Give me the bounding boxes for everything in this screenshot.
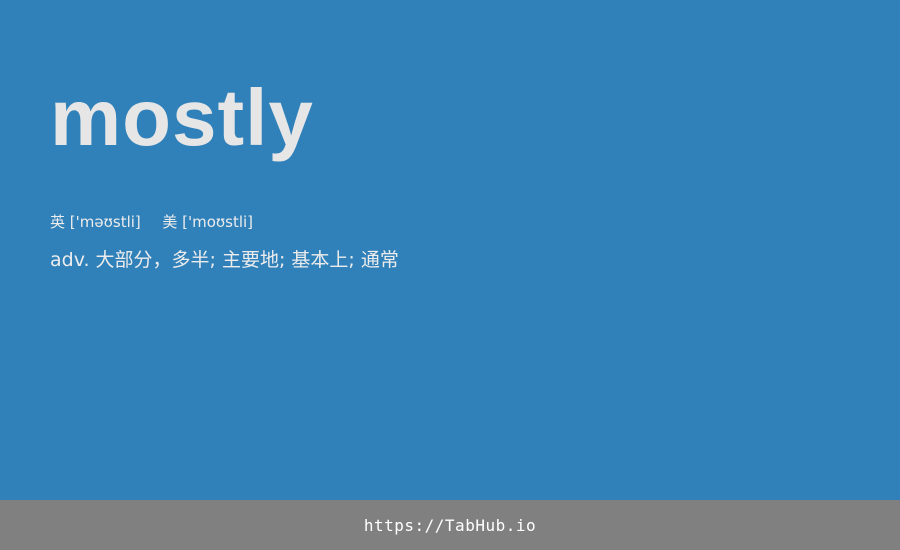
uk-label: 英 [50,213,66,231]
definition: adv. 大部分，多半; 主要地; 基本上; 通常 [50,249,399,271]
us-label: 美 [162,213,178,231]
us-phonetic: ['moʊstli] [182,213,254,231]
footer-bar: https://TabHub.io [0,500,900,550]
uk-phonetic: ['məʊstli] [69,213,141,231]
word-card: mostly 英 ['məʊstli] 美 ['moʊstli] adv. 大部… [0,0,900,500]
pronunciation-line: 英 ['məʊstli] 美 ['moʊstli] [50,212,253,232]
headword: mostly [50,73,314,162]
tabhub-link[interactable]: https://TabHub.io [364,516,536,535]
